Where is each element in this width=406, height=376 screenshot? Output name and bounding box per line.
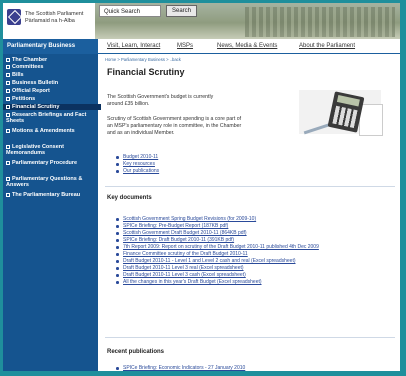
bullet-box-icon [6,193,10,197]
link-our-publications[interactable]: Our publications [115,168,159,174]
intro-paragraph-2: Scrutiny of Scottish Government spending… [107,116,242,136]
nav-visit-learn-interact[interactable]: Visit, Learn, Interact [107,39,160,53]
link-budget-2010-11[interactable]: Budget 2010-11 [115,154,158,160]
search-button[interactable]: Search [166,5,197,17]
bullet-box-icon [6,58,10,62]
nav-msps[interactable]: MSPs [177,39,193,53]
key-doc-link[interactable]: Finance Committee scrutiny of the Draft … [116,251,248,257]
sidebar-item-chamber[interactable]: The Chamber [6,57,94,63]
key-doc-link[interactable]: Scottish Government Spring Budget Revisi… [115,216,256,222]
recent-publication-link[interactable]: SPICe Briefing: Economic Indicators - 27… [115,365,245,371]
key-doc-link[interactable]: All the changes in this year's Draft Bud… [116,279,262,285]
bullet-box-icon [6,113,10,117]
sidebar-item-bureau[interactable]: The Parliamentary Bureau [6,192,94,198]
search-input[interactable]: Quick Search [99,5,161,17]
breadcrumb[interactable]: Home > Parliamentary Business > ..back [105,57,181,62]
nav-news-media-events[interactable]: News, Media & Events [217,39,277,53]
page-title: Financial Scrutiny [107,67,185,77]
bullet-box-icon [6,177,10,181]
bullet-box-icon [6,145,10,149]
sidebar-item-financial-scrutiny[interactable]: Financial Scrutiny [3,104,101,110]
key-doc-link[interactable]: Scottish Government Draft Budget 2010-11… [116,230,247,236]
bullet-box-icon [6,105,10,109]
parliament-crest-icon [7,9,21,25]
key-doc-link[interactable]: Draft Budget 2010-11 Level 3 real (Excel… [116,265,244,271]
site-header: The Scottish Parliament Pàrlamaid na h-A… [3,3,400,39]
nav-parliamentary-business[interactable]: Parliamentary Business [3,39,98,53]
recent-publications-heading: Recent publications [107,349,165,355]
intro-paragraph-1: The Scottish Government's budget is curr… [107,94,214,107]
logo-line-1: The Scottish Parliament [25,11,84,17]
key-doc-link[interactable]: 7th Report 2009: Report on scrutiny of t… [116,244,319,250]
link-key-resources[interactable]: Key resources [116,161,155,167]
sidebar-item-committees[interactable]: Committees [6,64,94,70]
key-doc-link[interactable]: SPICe Briefing: Pre-Budget Report (187KB… [115,223,228,229]
bullet-box-icon [6,129,10,133]
main-content: Home > Parliamentary Business > ..back F… [101,54,400,371]
nav-about-parliament[interactable]: About the Parliament [299,39,355,53]
bullet-box-icon [6,65,10,69]
sidebar: The Chamber Committees Bills Business Bu… [3,54,101,371]
key-documents-heading: Key documents [107,195,152,201]
key-doc-link[interactable]: Draft Budget 2010-11 - Level 1 and Level… [116,258,296,264]
sidebar-item-business-bulletin[interactable]: Business Bulletin [6,80,94,86]
sidebar-item-legislative-consent[interactable]: Legislative Consent Memorandums [6,144,94,156]
bullet-box-icon [6,89,10,93]
calculator-image [299,90,383,136]
divider [105,186,395,187]
sidebar-item-bills[interactable]: Bills [6,72,94,78]
top-nav: Parliamentary Business Visit, Learn, Int… [3,39,400,54]
bullet-box-icon [6,161,10,165]
key-doc-link[interactable]: SPICe Briefing: Draft Budget 2010-11 (39… [115,237,234,243]
logo-line-2: Pàrlamaid na h-Alba [25,18,75,24]
bullet-box-icon [6,73,10,77]
divider [105,337,395,338]
bullet-box-icon [6,81,10,85]
sidebar-item-research-briefings[interactable]: Research Briefings and Fact Sheets [6,112,94,124]
key-doc-link[interactable]: Draft Budget 2010-11 Level 3 cash (Excel… [116,272,246,278]
sidebar-item-official-report[interactable]: Official Report [6,88,94,94]
bullet-box-icon [6,97,10,101]
sidebar-item-questions-answers[interactable]: Parliamentary Questions & Answers [6,176,94,188]
sidebar-item-procedure[interactable]: Parliamentary Procedure [6,160,94,166]
sidebar-item-motions[interactable]: Motions & Amendments [6,128,94,134]
parliament-logo[interactable]: The Scottish Parliament Pàrlamaid na h-A… [5,5,93,39]
browser-page: The Scottish Parliament Pàrlamaid na h-A… [3,3,400,371]
sidebar-item-petitions[interactable]: Petitions [6,96,94,102]
